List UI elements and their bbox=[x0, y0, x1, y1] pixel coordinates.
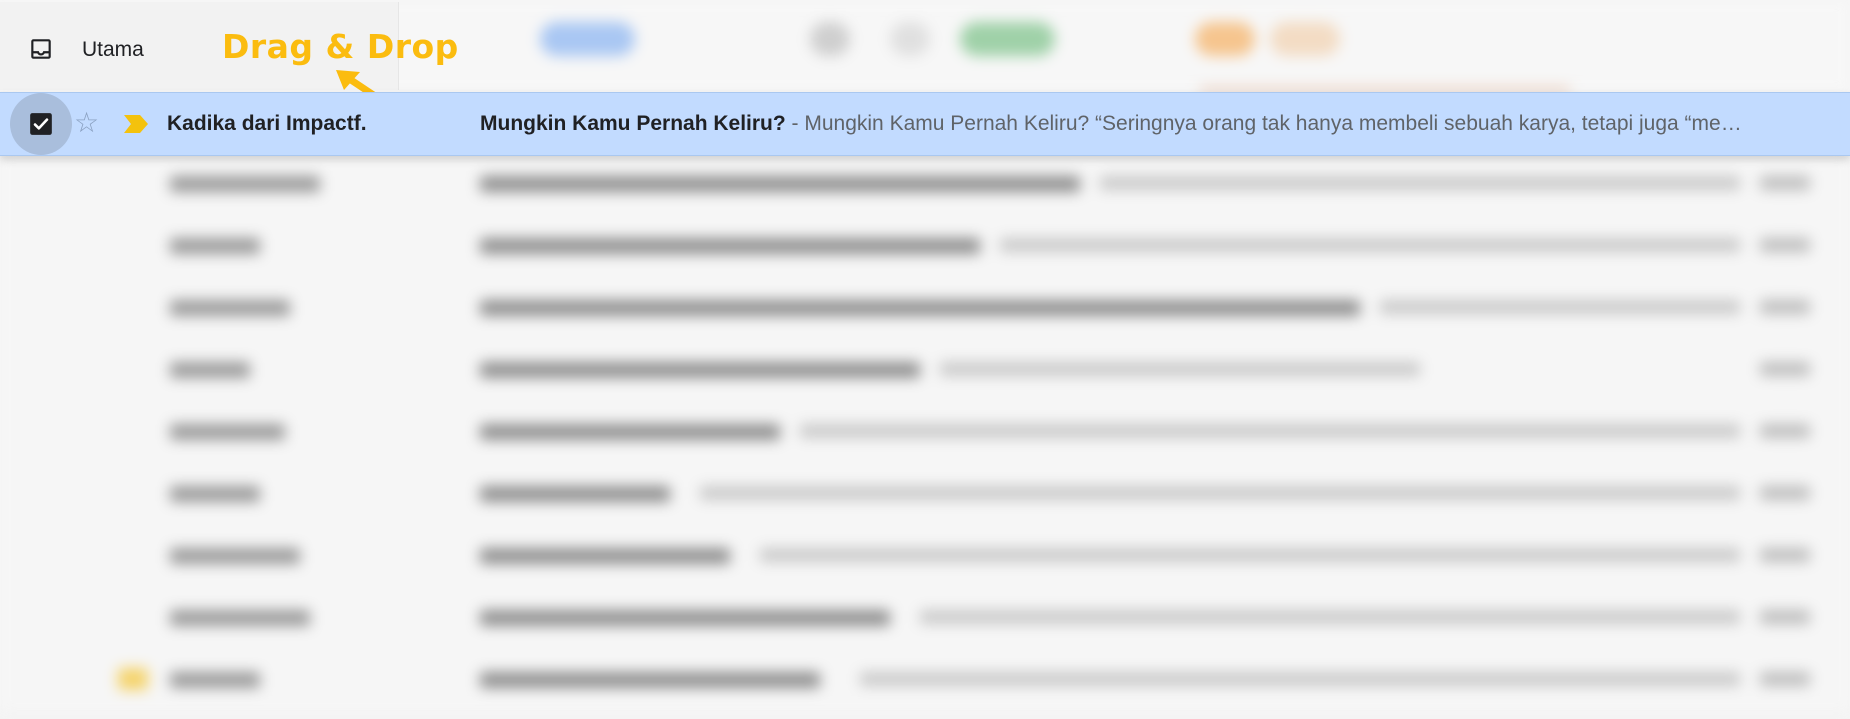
tab-label: Utama bbox=[82, 38, 144, 61]
blurred-tab-icon bbox=[890, 22, 930, 56]
blurred-email-row bbox=[0, 650, 1850, 713]
blurred-email-row bbox=[0, 278, 1850, 341]
importance-marker-icon[interactable] bbox=[122, 113, 150, 135]
blurred-tab-label bbox=[1270, 22, 1340, 56]
email-subject: Mungkin Kamu Pernah Keliru? bbox=[480, 112, 786, 135]
email-snippet: - Mungkin Kamu Pernah Keliru? “Seringnya… bbox=[785, 112, 1742, 135]
blurred-email-row bbox=[0, 216, 1850, 279]
checkbox-checked-icon[interactable] bbox=[28, 111, 54, 137]
email-preview: Mungkin Kamu Pernah Keliru? - Mungkin Ka… bbox=[480, 112, 1790, 136]
checkbox-hover-circle[interactable] bbox=[10, 93, 72, 155]
blurred-tab-badge bbox=[540, 22, 635, 56]
blurred-email-row bbox=[0, 154, 1850, 217]
email-sender: Kadika dari Impactf. bbox=[167, 112, 367, 135]
selected-email-row[interactable]: ☆ Kadika dari Impactf. Mungkin Kamu Pern… bbox=[0, 92, 1850, 156]
blurred-email-row bbox=[0, 402, 1850, 465]
blurred-tab-badge bbox=[960, 22, 1055, 56]
blurred-email-row bbox=[0, 526, 1850, 589]
blurred-tab-icon bbox=[1195, 22, 1255, 56]
blurred-email-row bbox=[0, 340, 1850, 403]
inbox-icon bbox=[31, 39, 51, 59]
blurred-email-row bbox=[0, 588, 1850, 651]
blurred-email-row bbox=[0, 464, 1850, 527]
drag-drop-annotation: Drag & Drop bbox=[222, 27, 459, 66]
star-icon[interactable]: ☆ bbox=[74, 109, 99, 137]
blurred-tab-icon bbox=[810, 22, 850, 56]
